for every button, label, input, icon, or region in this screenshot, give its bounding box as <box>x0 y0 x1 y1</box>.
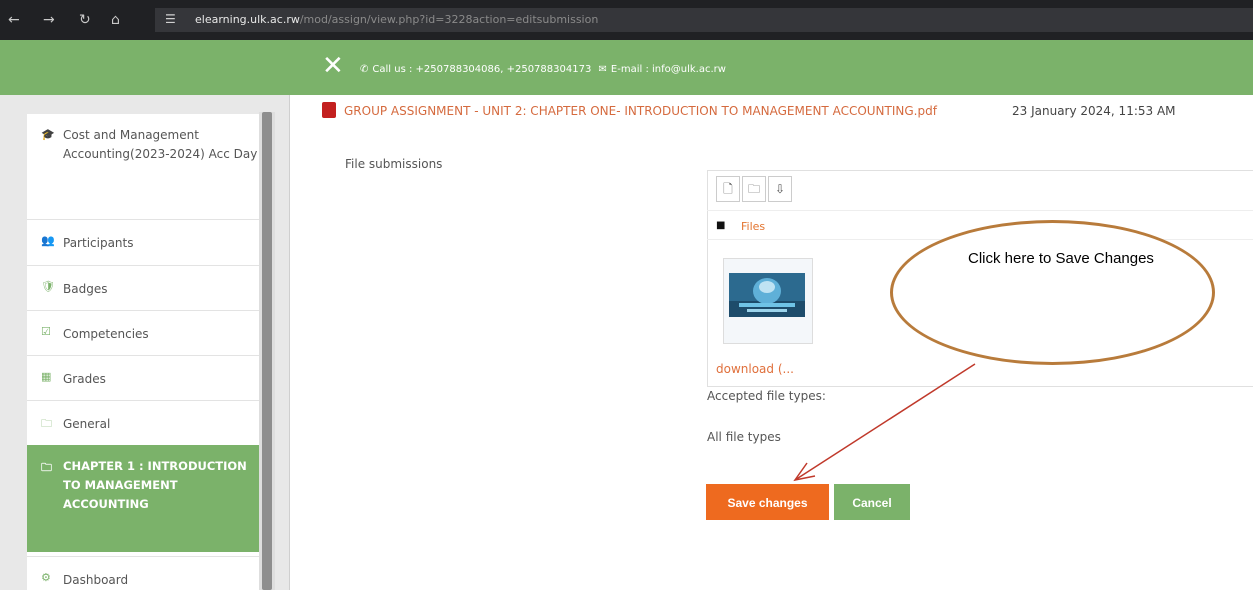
sidebar-item-label: Dashboard <box>63 573 129 587</box>
sidebar-item-label: CHAPTER 1 : INTRODUCTION TO MANAGEMENT A… <box>63 459 247 511</box>
scrollbar-thumb[interactable] <box>262 112 272 590</box>
sidebar-item-label: Grades <box>63 372 106 386</box>
browser-toolbar: ← → ↻ ⌂ ☰ elearning.ulk.ac.rw/mod/assign… <box>0 0 1253 40</box>
sidebar-item-chapter-1[interactable]: 🗀 CHAPTER 1 : INTRODUCTION TO MANAGEMENT… <box>27 445 267 552</box>
sidebar-item-label: General <box>63 417 111 431</box>
url-domain: elearning.ulk.ac.rw <box>195 13 300 26</box>
url-text: elearning.ulk.ac.rw/mod/assign/view.php?… <box>195 13 598 26</box>
home-icon[interactable]: ⌂ <box>111 11 120 29</box>
folder-icon: 🗀 <box>41 417 52 430</box>
dashboard-icon: ⚙ <box>41 571 51 584</box>
add-file-icon[interactable]: 🗋 <box>716 176 740 202</box>
users-icon: 👥 <box>41 234 55 247</box>
download-icon[interactable]: ⇩ <box>768 176 792 202</box>
file-submissions-label: File submissions <box>345 157 443 171</box>
close-drawer-icon[interactable]: ✕ <box>322 53 344 79</box>
site-settings-icon[interactable]: ☰ <box>165 12 176 26</box>
checkbox-icon: ☑ <box>41 325 51 338</box>
submitted-file-link[interactable]: GROUP ASSIGNMENT - UNIT 2: CHAPTER ONE- … <box>344 104 937 118</box>
sidebar-item-general[interactable]: 🗀 General <box>27 400 267 446</box>
url-path: /mod/assign/view.php?id=3228action=edits… <box>299 13 599 26</box>
contact-phone: Call us : +250788304086, +250788304173 <box>372 64 592 75</box>
mail-icon: ✉ <box>598 64 607 75</box>
sidebar-item-dashboard[interactable]: ⚙ Dashboard <box>27 556 267 591</box>
sidebar-item-participants[interactable]: 👥 Participants <box>27 219 267 266</box>
graduation-cap-icon: 🎓 <box>41 128 55 141</box>
contact-info: ✆ Call us : +250788304086, +250788304173 … <box>360 64 730 75</box>
folder-icon: ■ <box>716 220 726 231</box>
annotation-callout-text: Click here to Save Changes <box>968 250 1154 267</box>
file-preview-image <box>729 273 805 317</box>
sidebar-item-competencies[interactable]: ☑ Competencies <box>27 310 267 356</box>
sidebar-item-label: Competencies <box>63 327 149 341</box>
badge-icon: 🛡 <box>41 280 55 293</box>
pdf-icon <box>322 102 336 118</box>
contact-email: E-mail : info@ulk.ac.rw <box>610 64 726 75</box>
file-manager-toolbar: 🗋 🗀 ⇩ <box>716 176 812 202</box>
cancel-button[interactable]: Cancel <box>834 484 910 520</box>
sidebar-item-badges[interactable]: 🛡 Badges <box>27 265 267 311</box>
sidebar-item-label: Cost and Management Accounting(2023-2024… <box>63 128 258 161</box>
sidebar-item-course[interactable]: 🎓 Cost and Management Accounting(2023-20… <box>27 114 267 219</box>
back-icon[interactable]: ← <box>8 11 20 29</box>
annotation-callout <box>890 220 1215 365</box>
divider <box>289 95 290 590</box>
accepted-file-types-value: All file types <box>707 430 781 444</box>
save-changes-button[interactable]: Save changes <box>706 484 829 520</box>
grades-icon: ▦ <box>41 370 52 383</box>
sidebar-item-grades[interactable]: ▦ Grades <box>27 355 267 401</box>
address-bar[interactable]: ☰ elearning.ulk.ac.rw/mod/assign/view.ph… <box>155 8 1253 32</box>
reload-icon[interactable]: ↻ <box>79 11 91 29</box>
phone-icon: ✆ <box>360 64 369 75</box>
create-folder-icon[interactable]: 🗀 <box>742 176 766 202</box>
file-thumbnail-label[interactable]: download (... <box>716 362 794 376</box>
folder-icon: 🗀 <box>41 461 52 474</box>
files-breadcrumb[interactable]: Files <box>741 220 765 233</box>
file-date: 23 January 2024, 11:53 AM <box>1012 104 1176 118</box>
sidebar-item-label: Participants <box>63 236 134 250</box>
sidebar-item-label: Badges <box>63 282 108 296</box>
forward-icon[interactable]: → <box>43 11 55 29</box>
accepted-file-types-label: Accepted file types: <box>707 389 826 403</box>
